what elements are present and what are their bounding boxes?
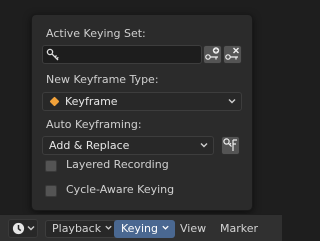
new-keyframe-type-label: New Keyframe Type:: [46, 73, 159, 86]
auto-keyframing-mode-value: Add & Replace: [49, 139, 130, 152]
auto-keyframing-mode-dropdown[interactable]: Add & Replace: [42, 136, 214, 155]
editor-type-selector[interactable]: [8, 219, 38, 238]
keying-popover: Active Keying Set: New Keyframe Type: Ke…: [31, 14, 253, 211]
remove-keying-set-button[interactable]: [223, 45, 242, 64]
only-active-keying-set-toggle[interactable]: [221, 136, 240, 155]
keyframe-type-value: Keyframe: [65, 95, 118, 108]
keying-set-filter-icon: [222, 138, 239, 157]
keyframe-type-dropdown[interactable]: Keyframe: [42, 92, 242, 111]
keyframe-diamond-icon: [49, 96, 60, 107]
auto-keyframing-label: Auto Keyframing:: [46, 118, 142, 131]
layered-recording-checkbox[interactable]: [45, 160, 57, 172]
active-keying-set-field[interactable]: [42, 45, 202, 64]
layered-recording-label[interactable]: Layered Recording: [66, 158, 169, 171]
keying-menu[interactable]: Keying: [114, 220, 175, 238]
chevron-down-icon: [161, 221, 170, 237]
add-keying-set-button[interactable]: [203, 45, 222, 64]
playback-menu[interactable]: Playback: [45, 220, 119, 238]
chevron-down-icon: [26, 223, 36, 236]
timeline-header: Playback Keying View Marker: [0, 214, 282, 241]
add-keying-set-icon: [204, 47, 221, 66]
chevron-down-icon: [199, 140, 209, 153]
view-menu[interactable]: View: [180, 220, 206, 238]
chevron-down-icon: [227, 96, 237, 109]
remove-keying-set-icon: [224, 47, 241, 66]
key-icon: [46, 48, 62, 64]
cycle-aware-keying-checkbox[interactable]: [45, 185, 57, 197]
cycle-aware-keying-label[interactable]: Cycle-Aware Keying: [66, 183, 174, 196]
clock-icon: [12, 222, 25, 238]
chevron-down-icon: [104, 221, 113, 237]
active-keying-set-label: Active Keying Set:: [46, 27, 146, 40]
playback-menu-label: Playback: [52, 222, 102, 235]
marker-menu[interactable]: Marker: [220, 220, 258, 238]
keying-menu-label: Keying: [121, 222, 158, 235]
